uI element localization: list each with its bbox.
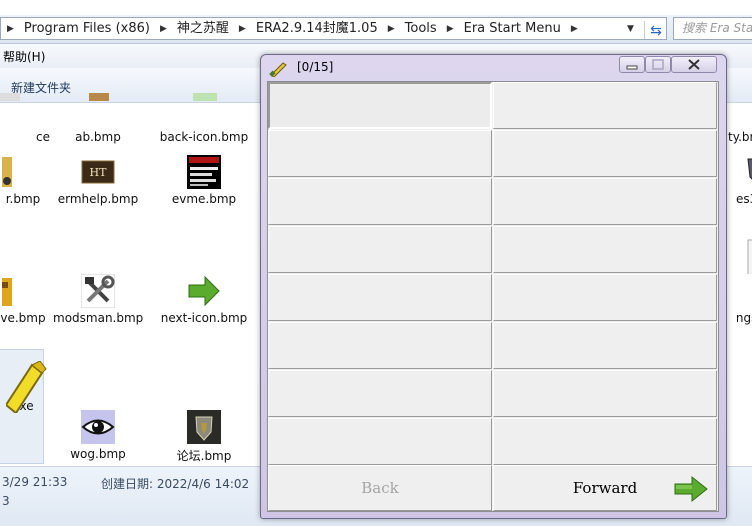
- file-item[interactable]: ab.bmp: [53, 93, 143, 144]
- breadcrumb-tools[interactable]: Tools: [401, 18, 441, 39]
- file-item[interactable]: next-icon.bmp: [159, 274, 249, 325]
- menu-slot-button[interactable]: [268, 226, 492, 273]
- back-label: Back: [361, 479, 399, 497]
- modified-date: 3/29 21:33: [2, 475, 68, 489]
- maximize-button[interactable]: [645, 56, 671, 73]
- file-item[interactable]: ce: [0, 93, 50, 144]
- crumb-separator-icon[interactable]: ▶: [441, 24, 460, 34]
- crumb-separator-icon[interactable]: ▶: [233, 24, 252, 34]
- close-icon: [688, 59, 700, 70]
- menu-slot-button[interactable]: [493, 322, 717, 369]
- menu-slot-button[interactable]: [268, 370, 492, 417]
- maximize-icon: [652, 59, 664, 70]
- eye-image-icon: [81, 410, 115, 444]
- dialog-title: [0/15]: [297, 60, 334, 74]
- crumb-expand-icon[interactable]: ▶: [1, 24, 20, 34]
- address-bar-strip: ▶ Program Files (x86) ▶ 神之苏醒 ▶ ERA2.9.14封魔1.0…: [0, 15, 752, 44]
- file-item[interactable]: HT ermhelp.bmp: [53, 155, 143, 206]
- menu-slot-button[interactable]: [493, 226, 717, 273]
- file-label: modsman.bmp: [53, 311, 144, 325]
- search-input[interactable]: 搜索 Era Start Menu: [673, 17, 752, 40]
- file-label: wog.bmp: [70, 447, 126, 461]
- cut-bmp-icon: [0, 93, 22, 127]
- crumb-separator-icon[interactable]: ▶: [565, 24, 584, 34]
- file-item[interactable]: evme.bmp: [159, 155, 249, 206]
- menu-slot-button[interactable]: [493, 418, 717, 465]
- file-label: ve.bmp: [0, 311, 46, 325]
- menu-slot-button[interactable]: [268, 130, 492, 177]
- menu-slot-button[interactable]: [268, 178, 492, 225]
- menu-slot-button[interactable]: [268, 418, 492, 465]
- file-item[interactable]: r.bmp: [0, 155, 54, 206]
- menu-slot-button[interactable]: [493, 178, 717, 225]
- file-item-selected[interactable]: exe: [0, 361, 54, 413]
- breadcrumb-game[interactable]: 神之苏醒: [173, 18, 233, 39]
- address-dropdown-icon[interactable]: ▼: [627, 24, 634, 34]
- file-label: next-icon.bmp: [160, 311, 248, 325]
- crystal-exe-icon: [0, 361, 47, 413]
- svg-text:HT: HT: [90, 166, 108, 179]
- menu-help[interactable]: 帮助(H): [3, 48, 45, 65]
- file-item[interactable]: wog.bmp: [53, 410, 143, 461]
- breadcrumb-program-files[interactable]: Program Files (x86): [20, 18, 154, 39]
- menu-slot-button[interactable]: [493, 370, 717, 417]
- file-item[interactable]: modsman.bmp: [53, 273, 144, 325]
- bmp-image-icon: [734, 93, 752, 127]
- menu-slot-button[interactable]: [268, 322, 492, 369]
- address-bar[interactable]: ▶ Program Files (x86) ▶ 神之苏醒 ▶ ERA2.9.14封魔1.0…: [0, 17, 667, 40]
- file-label: ce: [36, 130, 50, 144]
- forward-arrow-icon: [674, 475, 708, 503]
- knight-image-icon: [187, 410, 221, 444]
- forward-label: Forward: [572, 479, 638, 497]
- menu-slot-button[interactable]: [268, 274, 492, 321]
- forward-button[interactable]: Forward: [493, 465, 717, 511]
- breadcrumb-era[interactable]: ERA2.9.14封魔1.05: [252, 18, 382, 39]
- start-menu-dialog: [0/15] Back Forward: [260, 54, 727, 519]
- menu-slot-button[interactable]: [268, 82, 492, 129]
- gear-image-icon: [734, 239, 752, 308]
- file-label: back-icon.bmp: [159, 130, 249, 144]
- bmp-image-icon: [0, 155, 26, 189]
- bmp-image-icon: [81, 93, 115, 127]
- tools-image-icon: [80, 273, 116, 309]
- crumb-separator-icon[interactable]: ▶: [382, 24, 401, 34]
- bmp-image-icon: [0, 274, 26, 308]
- file-item[interactable]: ve.bmp: [0, 274, 54, 325]
- menu-slot-button[interactable]: [493, 274, 717, 321]
- file-size: 3: [2, 494, 10, 508]
- file-label: ermhelp.bmp: [57, 192, 139, 206]
- breadcrumb-era-start-menu[interactable]: Era Start Menu: [460, 18, 565, 39]
- shield-image-icon: [734, 155, 752, 189]
- ht-image-icon: HT: [81, 155, 115, 189]
- file-item[interactable]: back-icon.bmp: [159, 93, 249, 144]
- back-arrow-image-icon: [187, 93, 221, 127]
- file-label: ab.bmp: [75, 130, 121, 144]
- terminal-image-icon: [187, 155, 221, 189]
- file-label: 论坛.bmp: [176, 449, 232, 463]
- minimize-icon: [626, 65, 638, 70]
- dialog-client-area: Back Forward: [267, 81, 719, 512]
- minimize-button[interactable]: [619, 56, 645, 73]
- menu-slot-button[interactable]: [493, 82, 717, 129]
- refresh-icon[interactable]: ⇆: [644, 21, 666, 39]
- file-label: r.bmp: [5, 192, 41, 206]
- next-arrow-image-icon: [187, 274, 221, 308]
- back-button[interactable]: Back: [268, 465, 492, 511]
- menu-slot-button[interactable]: [493, 130, 717, 177]
- file-item[interactable]: 论坛.bmp: [159, 410, 249, 464]
- close-button[interactable]: [671, 56, 717, 73]
- sword-icon: [269, 59, 289, 78]
- created-date: 创建日期: 2022/4/6 14:02: [101, 477, 250, 491]
- crumb-separator-icon[interactable]: ▶: [154, 24, 173, 34]
- file-label: evme.bmp: [171, 192, 237, 206]
